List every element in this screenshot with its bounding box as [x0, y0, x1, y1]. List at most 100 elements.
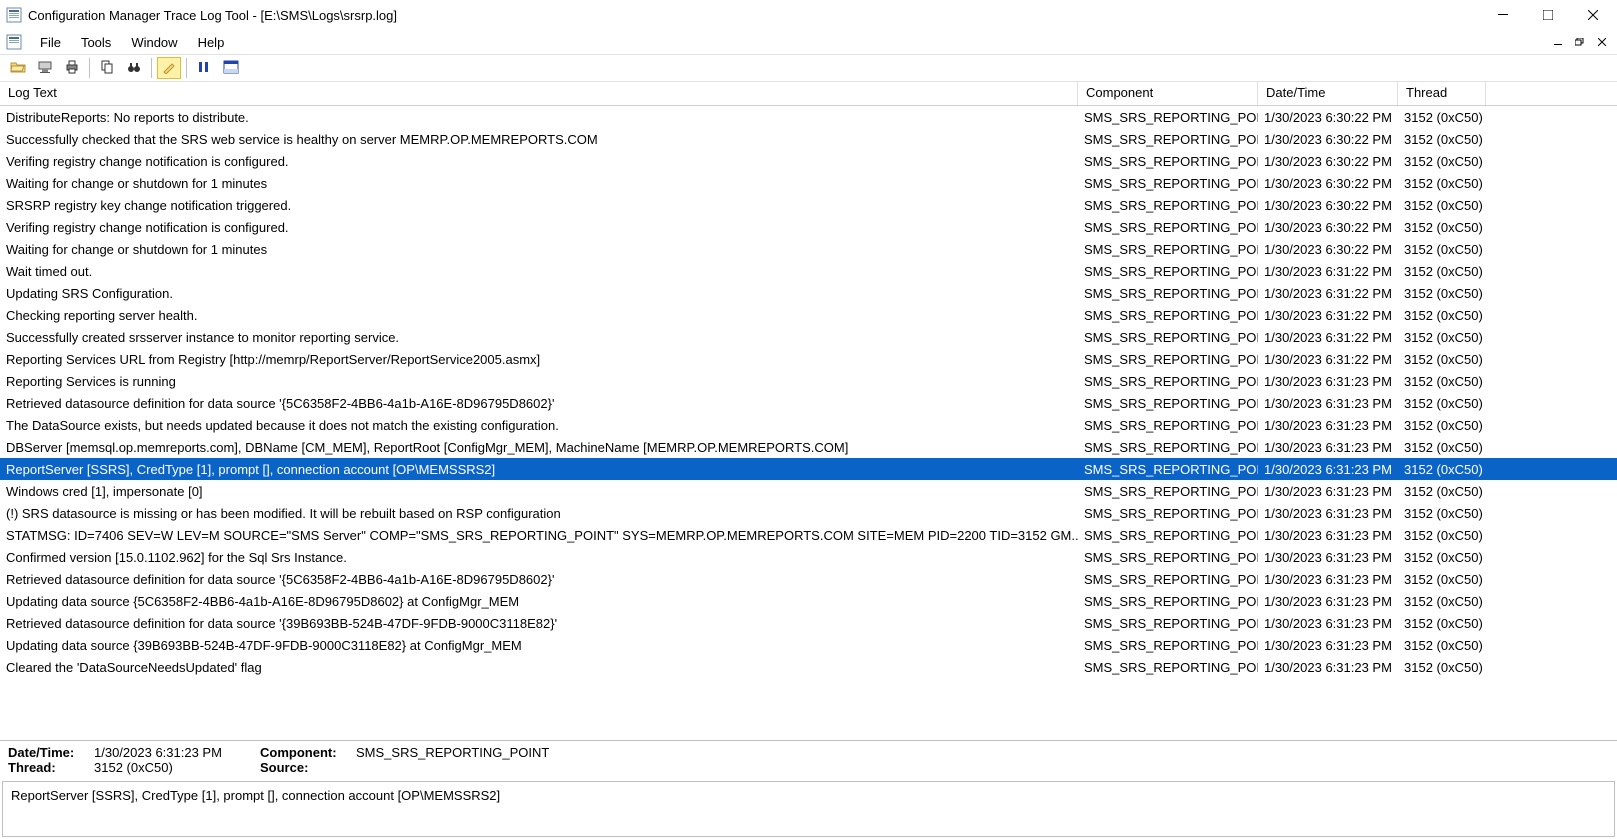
- minimize-button[interactable]: [1480, 1, 1525, 29]
- cell-text: Checking reporting server health.: [0, 308, 1078, 323]
- cell-datetime: 1/30/2023 6:31:23 PM: [1258, 572, 1398, 587]
- mdi-minimize-button[interactable]: [1547, 33, 1569, 51]
- log-row[interactable]: ReportServer [SSRS], CredType [1], promp…: [0, 458, 1617, 480]
- cell-text: Updating data source {39B693BB-524B-47DF…: [0, 638, 1078, 653]
- cell-component: SMS_SRS_REPORTING_POIN: [1078, 154, 1258, 169]
- cell-component: SMS_SRS_REPORTING_POIN: [1078, 418, 1258, 433]
- highlight-button[interactable]: [157, 57, 181, 79]
- menu-window[interactable]: Window: [121, 33, 187, 52]
- copy-button[interactable]: [95, 57, 119, 79]
- toolbar-separator: [151, 58, 152, 78]
- log-row[interactable]: Checking reporting server health.SMS_SRS…: [0, 304, 1617, 326]
- log-row[interactable]: The DataSource exists, but needs updated…: [0, 414, 1617, 436]
- window-title: Configuration Manager Trace Log Tool - […: [28, 8, 1480, 23]
- cell-component: SMS_SRS_REPORTING_POIN: [1078, 352, 1258, 367]
- menu-file[interactable]: File: [30, 33, 71, 52]
- cell-text: Retrieved datasource definition for data…: [0, 396, 1078, 411]
- pause-button[interactable]: [192, 57, 216, 79]
- log-row[interactable]: SRSRP registry key change notification t…: [0, 194, 1617, 216]
- col-header-datetime[interactable]: Date/Time: [1258, 82, 1398, 105]
- cell-component: SMS_SRS_REPORTING_POIN: [1078, 462, 1258, 477]
- cell-thread: 3152 (0xC50): [1398, 528, 1486, 543]
- cell-datetime: 1/30/2023 6:31:23 PM: [1258, 616, 1398, 631]
- log-row[interactable]: Successfully created srsserver instance …: [0, 326, 1617, 348]
- log-row[interactable]: Successfully checked that the SRS web se…: [0, 128, 1617, 150]
- log-row[interactable]: Reporting Services URL from Registry [ht…: [0, 348, 1617, 370]
- mdi-close-button[interactable]: [1591, 33, 1613, 51]
- log-row[interactable]: Windows cred [1], impersonate [0]SMS_SRS…: [0, 480, 1617, 502]
- col-header-thread[interactable]: Thread: [1398, 82, 1486, 105]
- details-pane-button[interactable]: [219, 57, 243, 79]
- close-button[interactable]: [1570, 1, 1615, 29]
- mdi-restore-button[interactable]: [1569, 33, 1591, 51]
- log-row[interactable]: Retrieved datasource definition for data…: [0, 612, 1617, 634]
- find-button[interactable]: [122, 57, 146, 79]
- copy-icon: [99, 59, 115, 78]
- cell-datetime: 1/30/2023 6:31:23 PM: [1258, 638, 1398, 653]
- log-row[interactable]: DistributeReports: No reports to distrib…: [0, 106, 1617, 128]
- open-server-button[interactable]: [33, 57, 57, 79]
- log-row[interactable]: DBServer [memsql.op.memreports.com], DBN…: [0, 436, 1617, 458]
- cell-text: Successfully checked that the SRS web se…: [0, 132, 1078, 147]
- cell-datetime: 1/30/2023 6:30:22 PM: [1258, 132, 1398, 147]
- cell-thread: 3152 (0xC50): [1398, 286, 1486, 301]
- cell-thread: 3152 (0xC50): [1398, 594, 1486, 609]
- log-row[interactable]: Confirmed version [15.0.1102.962] for th…: [0, 546, 1617, 568]
- cell-datetime: 1/30/2023 6:31:23 PM: [1258, 660, 1398, 675]
- cell-thread: 3152 (0xC50): [1398, 616, 1486, 631]
- detail-component-value: SMS_SRS_REPORTING_POINT: [356, 745, 549, 760]
- folder-open-icon: [10, 59, 26, 78]
- cell-datetime: 1/30/2023 6:31:22 PM: [1258, 308, 1398, 323]
- cell-text: Waiting for change or shutdown for 1 min…: [0, 242, 1078, 257]
- cell-datetime: 1/30/2023 6:31:23 PM: [1258, 528, 1398, 543]
- detail-thread-label: Thread:: [8, 760, 88, 775]
- cell-thread: 3152 (0xC50): [1398, 176, 1486, 191]
- toolbar-separator: [89, 58, 90, 78]
- maximize-button[interactable]: [1525, 1, 1570, 29]
- message-box[interactable]: ReportServer [SSRS], CredType [1], promp…: [2, 781, 1615, 837]
- log-row[interactable]: Cleared the 'DataSourceNeedsUpdated' fla…: [0, 656, 1617, 678]
- highlight-icon: [162, 60, 176, 77]
- log-row[interactable]: Waiting for change or shutdown for 1 min…: [0, 238, 1617, 260]
- cell-thread: 3152 (0xC50): [1398, 660, 1486, 675]
- log-row[interactable]: Reporting Services is runningSMS_SRS_REP…: [0, 370, 1617, 392]
- menu-help[interactable]: Help: [188, 33, 235, 52]
- log-row[interactable]: Waiting for change or shutdown for 1 min…: [0, 172, 1617, 194]
- cell-text: (!) SRS datasource is missing or has bee…: [0, 506, 1078, 521]
- cell-text: Successfully created srsserver instance …: [0, 330, 1078, 345]
- printer-icon: [64, 59, 80, 78]
- log-row[interactable]: Retrieved datasource definition for data…: [0, 568, 1617, 590]
- open-button[interactable]: [6, 57, 30, 79]
- cell-component: SMS_SRS_REPORTING_POIN: [1078, 374, 1258, 389]
- cell-text: Waiting for change or shutdown for 1 min…: [0, 176, 1078, 191]
- cell-datetime: 1/30/2023 6:30:22 PM: [1258, 176, 1398, 191]
- cell-thread: 3152 (0xC50): [1398, 330, 1486, 345]
- log-row[interactable]: STATMSG: ID=7406 SEV=W LEV=M SOURCE="SMS…: [0, 524, 1617, 546]
- log-row[interactable]: Updating data source {39B693BB-524B-47DF…: [0, 634, 1617, 656]
- log-row[interactable]: Updating data source {5C6358F2-4BB6-4a1b…: [0, 590, 1617, 612]
- title-bar: Configuration Manager Trace Log Tool - […: [0, 0, 1617, 30]
- log-body[interactable]: DistributeReports: No reports to distrib…: [0, 106, 1617, 740]
- cell-component: SMS_SRS_REPORTING_POIN: [1078, 660, 1258, 675]
- log-row[interactable]: (!) SRS datasource is missing or has bee…: [0, 502, 1617, 524]
- cell-component: SMS_SRS_REPORTING_POIN: [1078, 176, 1258, 191]
- log-row[interactable]: Wait timed out.SMS_SRS_REPORTING_POIN1/3…: [0, 260, 1617, 282]
- cell-thread: 3152 (0xC50): [1398, 110, 1486, 125]
- cell-text: Updating data source {5C6358F2-4BB6-4a1b…: [0, 594, 1078, 609]
- cell-thread: 3152 (0xC50): [1398, 550, 1486, 565]
- menu-tools[interactable]: Tools: [71, 33, 121, 52]
- cell-component: SMS_SRS_REPORTING_POIN: [1078, 572, 1258, 587]
- print-button[interactable]: [60, 57, 84, 79]
- cell-component: SMS_SRS_REPORTING_POIN: [1078, 264, 1258, 279]
- mdi-controls: [1547, 33, 1617, 51]
- menu-bar: File Tools Window Help: [0, 30, 1617, 54]
- detail-datetime-value: 1/30/2023 6:31:23 PM: [94, 745, 254, 760]
- log-row[interactable]: Verifing registry change notification is…: [0, 150, 1617, 172]
- col-header-text[interactable]: Log Text: [0, 82, 1078, 105]
- cell-text: SRSRP registry key change notification t…: [0, 198, 1078, 213]
- col-header-component[interactable]: Component: [1078, 82, 1258, 105]
- log-row[interactable]: Updating SRS Configuration.SMS_SRS_REPOR…: [0, 282, 1617, 304]
- log-row[interactable]: Verifing registry change notification is…: [0, 216, 1617, 238]
- cell-component: SMS_SRS_REPORTING_POIN: [1078, 616, 1258, 631]
- log-row[interactable]: Retrieved datasource definition for data…: [0, 392, 1617, 414]
